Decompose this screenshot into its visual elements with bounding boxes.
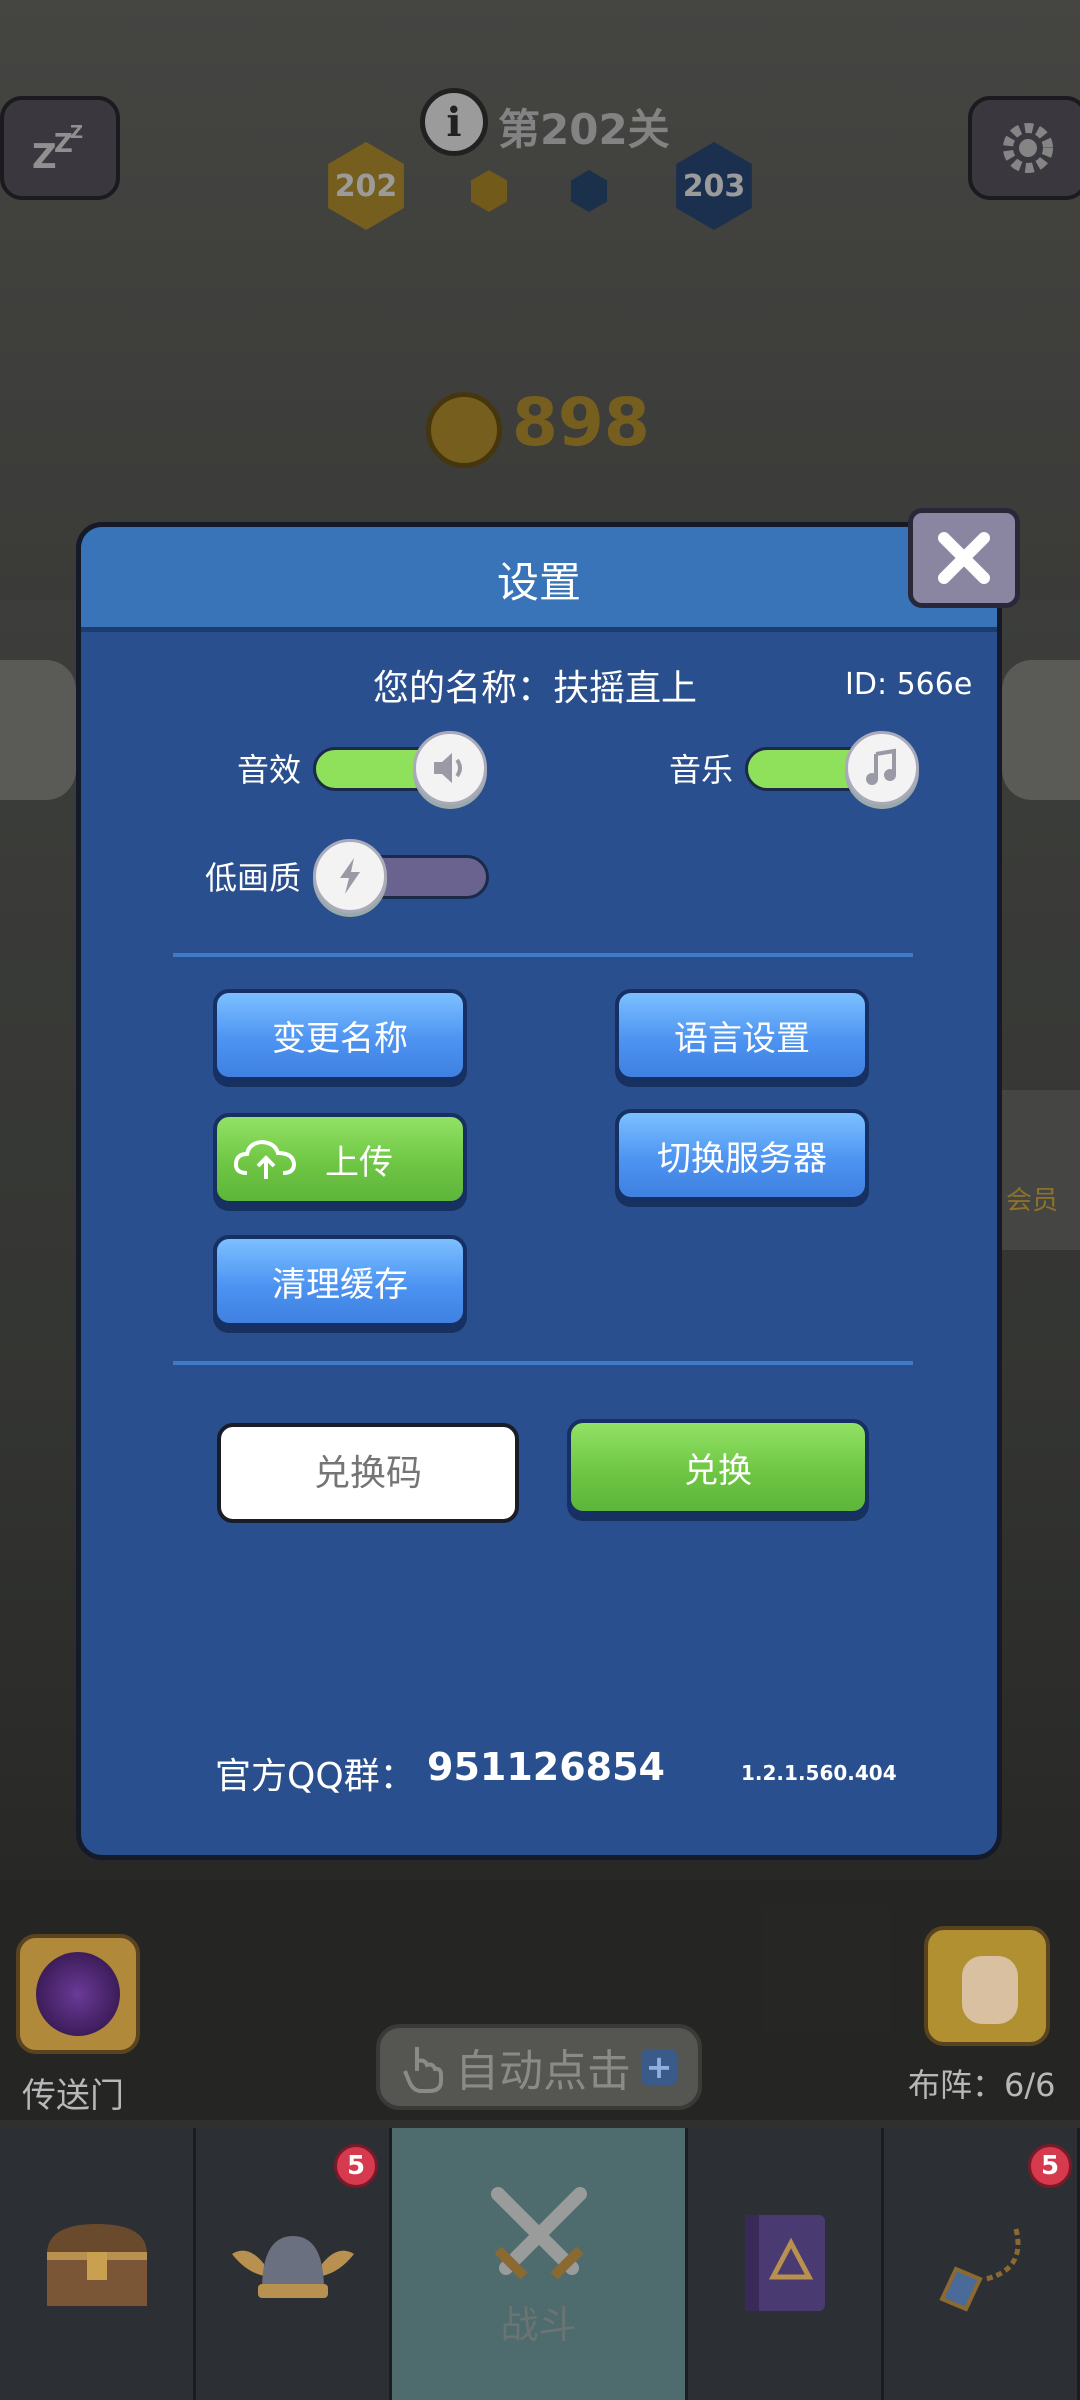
player-name: 您的名称：扶摇直上 xyxy=(373,668,698,709)
tab-codex[interactable] xyxy=(688,2128,884,2400)
heroes-badge: 5 xyxy=(334,2144,378,2188)
low-quality-toggle-knob[interactable] xyxy=(313,839,387,913)
upload-label: 上传 xyxy=(325,1142,393,1183)
formation-label: 布阵：6/6 xyxy=(908,2066,1056,2104)
auto-click-button[interactable]: 自动点击 + xyxy=(376,2024,702,2110)
sound-toggle-knob[interactable] xyxy=(413,731,487,805)
amulet-icon xyxy=(938,2228,1020,2312)
redeem-button[interactable]: 兑换 xyxy=(567,1419,869,1515)
items-badge: 5 xyxy=(1028,2144,1072,2188)
portal-button[interactable] xyxy=(16,1934,140,2054)
close-icon xyxy=(938,532,990,584)
qq-group-label: 官方QQ群： xyxy=(215,1756,416,1797)
settings-dialog: 设置 您的名称：扶摇直上 ID: 566e 音效 音乐 低画质 变更名称 语言设… xyxy=(76,522,1002,1860)
redeem-code-input[interactable] xyxy=(217,1423,519,1523)
section-divider xyxy=(173,953,913,957)
upload-button[interactable]: 上传 xyxy=(213,1113,467,1205)
spellbook-icon xyxy=(744,2215,825,2311)
speaker-icon xyxy=(434,753,462,783)
crossed-swords-icon xyxy=(490,2186,587,2280)
hero-avatar-icon xyxy=(962,1956,1018,2024)
formation-button[interactable] xyxy=(924,1926,1050,2046)
treasure-chest-icon xyxy=(46,2224,147,2306)
sound-label: 音效 xyxy=(237,751,302,789)
low-quality-label: 低画质 xyxy=(205,859,302,897)
bottom-nav: 5 战斗 5 xyxy=(0,2128,1080,2400)
battle-tab-label: 战斗 xyxy=(500,2302,577,2347)
plus-icon: + xyxy=(641,2048,677,2086)
cloud-upload-icon xyxy=(233,1139,297,1179)
music-label: 音乐 xyxy=(669,751,734,789)
tab-heroes[interactable]: 5 xyxy=(196,2128,392,2400)
section-divider xyxy=(173,1361,913,1365)
winged-helmet-icon xyxy=(231,2236,354,2298)
version-text: 1.2.1.560.404 xyxy=(741,1761,897,1785)
portal-label: 传送门 xyxy=(22,2076,124,2116)
auto-click-label: 自动点击 xyxy=(455,2046,631,2097)
lightning-icon xyxy=(340,858,360,894)
hand-pointer-icon xyxy=(403,2047,443,2093)
music-note-icon xyxy=(866,748,896,785)
tab-items[interactable]: 5 xyxy=(884,2128,1080,2400)
qq-group-number: 951126854 xyxy=(427,1745,665,1789)
tab-treasure[interactable] xyxy=(0,2128,196,2400)
change-name-button[interactable]: 变更名称 xyxy=(213,989,467,1081)
clear-cache-button[interactable]: 清理缓存 xyxy=(213,1235,467,1327)
portal-icon xyxy=(36,1952,120,2036)
dialog-title: 设置 xyxy=(496,558,581,607)
tab-battle[interactable]: 战斗 xyxy=(392,2128,688,2400)
language-settings-button[interactable]: 语言设置 xyxy=(615,989,869,1081)
close-button[interactable] xyxy=(908,508,1020,608)
music-toggle-knob[interactable] xyxy=(845,731,919,805)
switch-server-button[interactable]: 切换服务器 xyxy=(615,1109,869,1201)
player-id: ID: 566e xyxy=(845,667,973,702)
